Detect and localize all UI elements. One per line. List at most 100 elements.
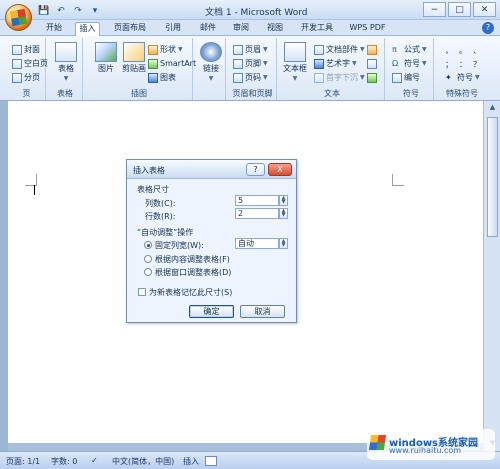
tab-page-layout[interactable]: 页面布局	[111, 22, 149, 36]
illustrations-group-label: 插图	[131, 89, 147, 98]
rows-input[interactable]: 2	[235, 208, 279, 219]
comma-symbol[interactable]: ，	[445, 45, 453, 56]
cover-page-button[interactable]: 封面	[12, 44, 40, 55]
close-window-button[interactable]: ✕	[473, 2, 496, 17]
signature-line-icon[interactable]	[367, 44, 377, 55]
tab-wps-pdf[interactable]: WPS PDF	[346, 22, 389, 36]
special-symbol-button[interactable]: ✦ 符号 ▼	[445, 72, 480, 83]
footer-button[interactable]: 页脚 ▼	[233, 58, 268, 69]
colon-symbol[interactable]: ：	[459, 59, 467, 70]
dialog-close-button[interactable]: X	[268, 163, 292, 176]
fit-contents-radio[interactable]	[144, 255, 152, 263]
clip-art-button[interactable]: 剪贴画	[119, 42, 149, 85]
header-footer-group-label: 页眉和页脚	[232, 89, 273, 98]
footer-icon	[233, 58, 243, 69]
drop-cap-button[interactable]: 首字下沉 ▼	[314, 72, 365, 83]
quick-parts-icon	[314, 44, 324, 55]
symbol-icon: ✦	[445, 72, 452, 82]
vertical-scrollbar[interactable]: ▲ ▼	[483, 101, 500, 452]
ok-button[interactable]: 确定	[189, 305, 234, 318]
object-icon[interactable]	[367, 72, 377, 83]
date-time-icon[interactable]	[367, 58, 377, 69]
spellcheck-icon[interactable]: ✓	[91, 456, 98, 465]
page-count-status[interactable]: 页面: 1/1	[6, 456, 40, 467]
insert-mode-status[interactable]: 插入	[183, 456, 199, 467]
tab-review[interactable]: 审阅	[229, 22, 253, 36]
window-title: 文档 1 - Microsoft Word	[205, 8, 308, 18]
fit-window-radio[interactable]	[144, 268, 152, 276]
undo-icon[interactable]: ↶	[54, 5, 68, 17]
tab-home[interactable]: 开始	[42, 22, 66, 36]
fixed-column-width-label: 固定列宽(W):	[155, 241, 204, 250]
minimize-button[interactable]: −	[423, 2, 446, 17]
special-symbols-group: ， 。 、 ； ： ？ ✦ 符号 ▼ 特殊符号	[438, 38, 486, 100]
tab-references[interactable]: 引用	[161, 22, 185, 36]
ribbon: 封面 空白页 分页 页 表格 ▼ 表格 图片 剪贴画 形状 ▼ SmartArt 图…	[0, 36, 500, 101]
chart-button[interactable]: 图表	[148, 72, 176, 83]
header-footer-group: 页眉 ▼ 页脚 ▼ 页码 ▼ 页眉和页脚	[229, 38, 277, 100]
help-icon[interactable]: ?	[482, 22, 494, 34]
links-button[interactable]: 链接 ▼	[196, 42, 226, 85]
page-break-button[interactable]: 分页	[12, 72, 40, 83]
pages-group-label: 页	[22, 89, 31, 98]
semicolon-symbol[interactable]: ；	[445, 59, 453, 70]
tab-insert[interactable]: 插入	[75, 22, 100, 36]
columns-input[interactable]: 5	[235, 195, 279, 206]
fit-contents-label: 根据内容调整表格(F)	[155, 255, 230, 264]
numbering-button[interactable]: 编号	[392, 72, 420, 83]
cover-page-icon	[12, 44, 22, 55]
chart-icon	[148, 72, 158, 83]
save-icon[interactable]: 💾	[37, 5, 51, 17]
maximize-button[interactable]: □	[448, 2, 471, 17]
wordart-button[interactable]: 艺术字 ▼	[314, 58, 357, 69]
office-logo-icon	[9, 8, 28, 27]
macro-record-icon[interactable]	[205, 456, 217, 466]
symbols-group-label: 符号	[403, 89, 419, 98]
fixed-column-width-input[interactable]: 自动	[235, 238, 279, 249]
scroll-thumb[interactable]	[487, 117, 498, 237]
equation-button[interactable]: π 公式 ▼	[392, 44, 427, 55]
blank-page-button[interactable]: 空白页	[12, 58, 48, 69]
customize-quick-access-icon[interactable]: ▾	[88, 5, 102, 17]
scroll-up-icon[interactable]: ▲	[487, 103, 498, 114]
page-number-button[interactable]: 页码 ▼	[233, 72, 268, 83]
text-box-button[interactable]: 文本框 ▼	[280, 42, 310, 85]
tab-view[interactable]: 视图	[263, 22, 287, 36]
dialog-help-button[interactable]: ?	[246, 163, 265, 176]
site-watermark: windows系统家园 www.ruihaitu.com	[367, 429, 495, 460]
smartart-icon	[148, 58, 158, 69]
word-count-status[interactable]: 字数: 0	[51, 456, 77, 467]
rows-spinner[interactable]: ▲ ▼	[279, 208, 288, 219]
text-cursor	[34, 185, 35, 195]
enumeration-comma-symbol[interactable]: 、	[473, 45, 481, 56]
table-group-label: 表格	[57, 89, 73, 98]
drop-cap-icon	[314, 72, 324, 83]
period-symbol[interactable]: 。	[459, 45, 467, 56]
header-button[interactable]: 页眉 ▼	[233, 44, 268, 55]
redo-icon[interactable]: ↷	[71, 5, 85, 17]
fixed-column-width-spinner[interactable]: ▲ ▼	[279, 238, 288, 249]
cancel-button[interactable]: 取消	[240, 305, 285, 318]
table-button[interactable]: 表格 ▼	[51, 42, 81, 85]
numbering-icon	[392, 72, 402, 83]
tab-developer[interactable]: 开发工具	[298, 22, 336, 36]
dialog-title-bar: 插入表格 ? X	[127, 160, 296, 179]
columns-spinner[interactable]: ▲ ▼	[279, 195, 288, 206]
ribbon-tabs: 开始 插入 页面布局 引用 邮件 审阅 视图 开发工具 WPS PDF ?	[0, 20, 500, 36]
symbol-button[interactable]: Ω 符号 ▼	[392, 58, 427, 69]
dialog-title: 插入表格	[133, 166, 165, 175]
clip-art-icon	[123, 42, 145, 62]
quick-parts-button[interactable]: 文档部件 ▼	[314, 44, 365, 55]
language-status[interactable]: 中文(简体，中国)	[112, 456, 174, 467]
shapes-button[interactable]: 形状 ▼	[148, 44, 183, 55]
question-mark-symbol[interactable]: ？	[473, 59, 481, 70]
remember-dimensions-checkbox[interactable]	[138, 288, 146, 296]
smartart-button[interactable]: SmartArt	[148, 58, 196, 69]
symbols-group: π 公式 ▼ Ω 符号 ▼ 编号 符号	[389, 38, 434, 100]
fixed-column-width-radio[interactable]	[144, 241, 152, 249]
picture-button[interactable]: 图片	[91, 42, 121, 85]
page-break-icon	[12, 72, 22, 83]
office-button[interactable]	[5, 4, 32, 31]
fit-window-label: 根据窗口调整表格(D)	[155, 268, 232, 277]
tab-mailings[interactable]: 邮件	[196, 22, 220, 36]
